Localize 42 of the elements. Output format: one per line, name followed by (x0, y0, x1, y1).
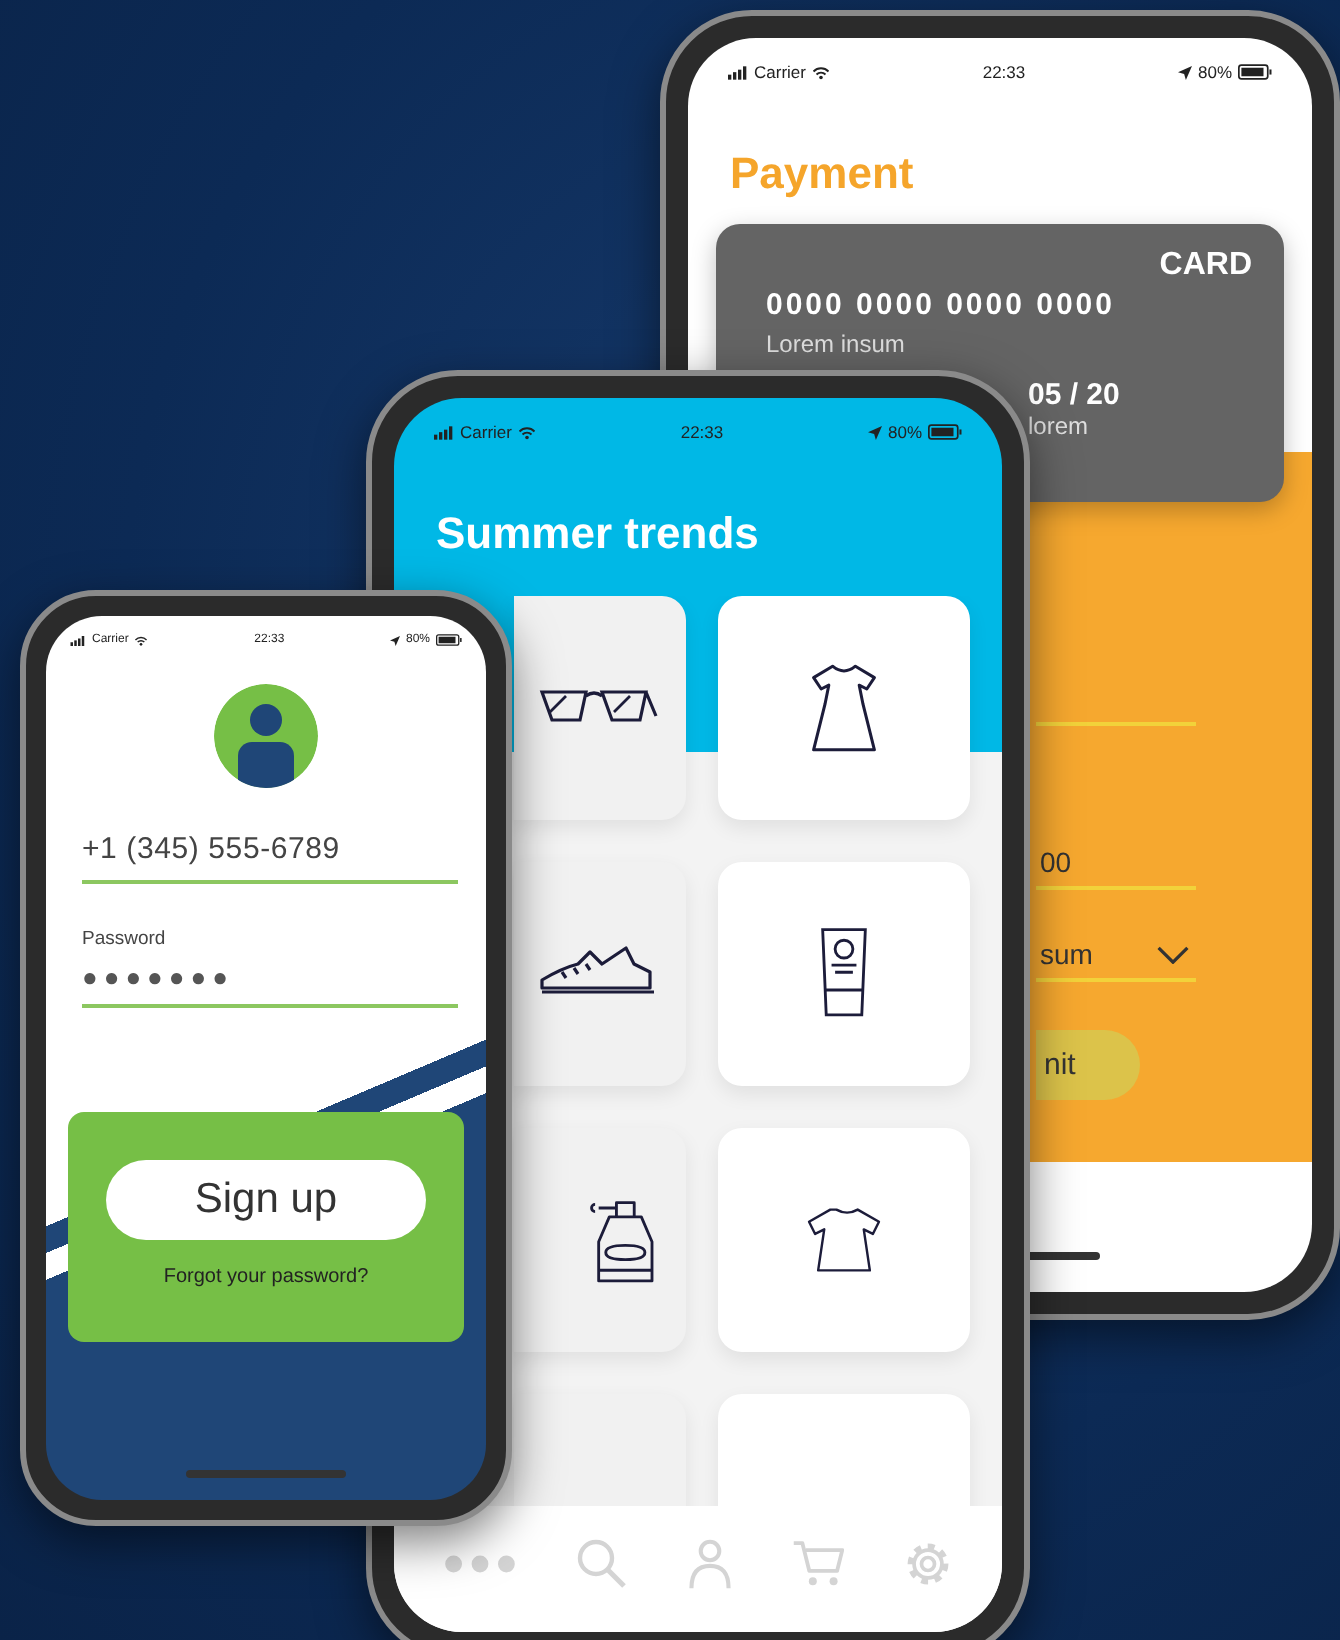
search-icon[interactable] (575, 1537, 628, 1589)
person-icon[interactable] (683, 1537, 736, 1589)
screen-title: Summer trends (436, 508, 761, 560)
wifi-icon (134, 635, 149, 645)
product-card[interactable] (514, 862, 686, 1086)
battery-icon (1238, 64, 1272, 80)
battery-icon (928, 424, 962, 440)
carrier-label: Carrier (460, 422, 512, 442)
dropdown-field[interactable]: sum (1036, 930, 1196, 982)
battery-label: 80% (887, 422, 922, 442)
password-field[interactable]: Password ●●●●●●● (82, 928, 458, 1008)
signal-icon (70, 635, 86, 645)
phone-field[interactable]: +1 (345) 555-6789 (82, 832, 458, 884)
input-field[interactable]: 00 (1036, 838, 1196, 890)
location-icon (389, 635, 400, 645)
clock-label: 22:33 (680, 422, 724, 442)
battery-label: 80% (1197, 62, 1232, 82)
expiry-caption: lorem (1028, 412, 1091, 440)
chevron-down-icon (1156, 945, 1190, 963)
carrier-label: Carrier (754, 62, 806, 82)
signup-button[interactable]: Sign up (106, 1160, 426, 1240)
location-icon (867, 425, 882, 439)
more-icon[interactable] (442, 1551, 519, 1575)
card-number: 0000 0000 0000 0000 (766, 288, 1117, 322)
screen-title: Payment (730, 148, 916, 200)
wifi-icon (811, 65, 830, 79)
cart-icon[interactable] (792, 1537, 845, 1589)
battery-icon (436, 634, 462, 646)
card-holder: Lorem insum (766, 330, 907, 358)
wifi-icon (517, 425, 536, 439)
clock-label: 22:33 (982, 62, 1026, 82)
product-card[interactable] (514, 596, 686, 820)
forgot-password-link[interactable]: Forgot your password? (163, 1266, 369, 1288)
signal-icon (434, 425, 454, 439)
avatar-icon (214, 684, 318, 788)
submit-button[interactable]: nit (1036, 1030, 1140, 1100)
location-icon (1177, 65, 1192, 79)
signal-icon (728, 65, 748, 79)
dress-icon (806, 660, 882, 756)
card-label: CARD (1159, 248, 1252, 284)
card-expiry: 05 / 20 (1028, 378, 1122, 412)
product-card[interactable] (514, 1128, 686, 1352)
